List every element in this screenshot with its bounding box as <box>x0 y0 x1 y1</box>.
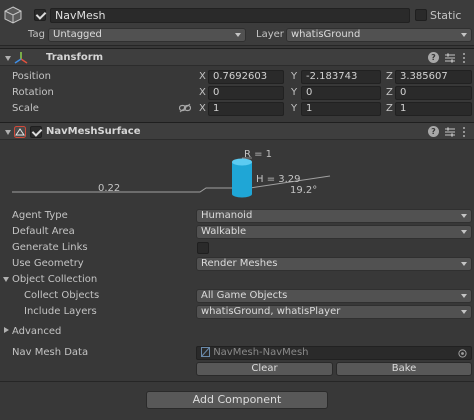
include-layers-value: whatisGround, whatisPlayer <box>201 306 341 317</box>
agent-preview: R = 1 H = 3.29 0.22 19.2° <box>0 142 474 204</box>
presets-icon[interactable] <box>444 126 456 138</box>
static-toggle[interactable] <box>415 9 427 21</box>
rotation-z-label[interactable]: Z <box>386 87 393 98</box>
foldout-arrow-icon[interactable] <box>5 130 11 135</box>
foldout-arrow-icon[interactable] <box>3 277 9 282</box>
use-geometry-label: Use Geometry <box>12 258 84 269</box>
rotation-label: Rotation <box>12 87 54 98</box>
add-component-button[interactable]: Add Component <box>146 391 328 409</box>
transform-header[interactable]: Transform ? <box>0 48 474 66</box>
scale-x-field[interactable]: 1 <box>208 102 284 116</box>
navmesh-surface-enabled-toggle[interactable] <box>30 126 42 138</box>
link-icon[interactable] <box>179 103 191 113</box>
position-z-label[interactable]: Z <box>386 71 393 82</box>
divider <box>0 381 474 382</box>
transform-title: Transform <box>46 52 104 63</box>
generate-links-checkbox[interactable] <box>197 242 209 254</box>
rotation-x-field[interactable]: 0 <box>208 86 284 100</box>
include-layers-label: Include Layers <box>24 306 97 317</box>
kebab-menu-icon[interactable] <box>462 53 466 63</box>
gameobject-name-input[interactable]: NavMesh <box>50 8 410 23</box>
tag-dropdown[interactable]: Untagged <box>48 28 246 42</box>
foldout-arrow-icon[interactable] <box>5 56 11 61</box>
chevron-down-icon <box>461 214 467 218</box>
default-area-label: Default Area <box>12 226 75 237</box>
rotation-x-label[interactable]: X <box>199 87 206 98</box>
scale-y-field[interactable]: 1 <box>301 102 381 116</box>
cube-icon <box>4 6 22 24</box>
rotation-z-field[interactable]: 0 <box>395 86 472 100</box>
tag-value: Untagged <box>53 29 102 40</box>
position-y-field[interactable]: -2.183743 <box>301 70 381 84</box>
agent-cylinder-body <box>232 162 252 194</box>
agent-cylinder-bottom <box>232 190 252 198</box>
static-label: Static <box>430 9 462 22</box>
transform-axes-icon <box>14 52 28 64</box>
nav-mesh-data-label: Nav Mesh Data <box>12 347 89 358</box>
position-x-label[interactable]: X <box>199 71 206 82</box>
scale-y-label[interactable]: Y <box>291 103 297 114</box>
rotation-y-label[interactable]: Y <box>291 87 297 98</box>
layer-value: whatisGround <box>291 29 361 40</box>
position-z-field[interactable]: 3.385607 <box>395 70 472 84</box>
object-picker-icon[interactable] <box>458 349 467 358</box>
generate-links-label: Generate Links <box>12 242 88 253</box>
presets-icon[interactable] <box>444 52 456 64</box>
position-y-label[interactable]: Y <box>291 71 297 82</box>
navmesh-asset-icon <box>201 347 210 357</box>
layer-label: Layer <box>256 29 284 40</box>
navmesh-surface-icon <box>14 126 26 138</box>
help-icon[interactable]: ? <box>428 52 439 63</box>
default-area-dropdown[interactable]: Walkable <box>196 225 472 239</box>
nav-mesh-data-field[interactable]: NavMesh-NavMesh <box>196 346 472 360</box>
agent-slope-label: 19.2° <box>290 185 318 196</box>
chevron-down-icon <box>461 294 467 298</box>
scale-label: Scale <box>12 103 39 114</box>
chevron-down-icon <box>461 230 467 234</box>
bake-button[interactable]: Bake <box>336 362 472 376</box>
chevron-down-icon <box>461 310 467 314</box>
agent-type-dropdown[interactable]: Humanoid <box>196 209 472 223</box>
position-label: Position <box>12 71 51 82</box>
scale-z-field[interactable]: 1 <box>395 102 472 116</box>
agent-type-label: Agent Type <box>12 210 68 221</box>
chevron-down-icon <box>235 33 241 37</box>
nav-mesh-data-value: NavMesh-NavMesh <box>213 347 309 358</box>
include-layers-dropdown[interactable]: whatisGround, whatisPlayer <box>196 305 472 319</box>
kebab-menu-icon[interactable] <box>462 127 466 137</box>
collect-objects-dropdown[interactable]: All Game Objects <box>196 289 472 303</box>
active-toggle[interactable] <box>34 9 46 21</box>
navmesh-surface-header[interactable]: NavMeshSurface ? <box>0 122 474 140</box>
chevron-down-icon <box>461 262 467 266</box>
agent-type-value: Humanoid <box>201 210 253 221</box>
use-geometry-value: Render Meshes <box>201 258 278 269</box>
agent-step-label: 0.22 <box>98 183 121 194</box>
scale-z-label[interactable]: Z <box>386 103 393 114</box>
tag-label: Tag <box>28 29 45 40</box>
rotation-y-field[interactable]: 0 <box>301 86 381 100</box>
agent-radius-label: R = 1 <box>244 149 273 160</box>
agent-step-ground <box>12 187 250 193</box>
default-area-value: Walkable <box>201 226 247 237</box>
clear-button[interactable]: Clear <box>196 362 333 376</box>
help-icon[interactable]: ? <box>428 126 439 137</box>
use-geometry-dropdown[interactable]: Render Meshes <box>196 257 472 271</box>
chevron-down-icon <box>461 33 467 37</box>
agent-preview-drawing <box>12 157 331 198</box>
navmesh-surface-title: NavMeshSurface <box>46 126 141 137</box>
foldout-arrow-icon[interactable] <box>4 327 9 333</box>
advanced-foldout[interactable]: Advanced <box>12 326 61 337</box>
gameobject-header: NavMesh Static Tag Untagged Layer whatis… <box>0 0 474 46</box>
position-x-field[interactable]: 0.7692603 <box>208 70 284 84</box>
agent-height-label: H = 3.29 <box>256 174 301 185</box>
scale-x-label[interactable]: X <box>199 103 206 114</box>
collect-objects-label: Collect Objects <box>24 290 100 301</box>
collect-objects-value: All Game Objects <box>201 290 288 301</box>
layer-dropdown[interactable]: whatisGround <box>286 28 472 42</box>
object-collection-foldout[interactable]: Object Collection <box>12 274 97 285</box>
